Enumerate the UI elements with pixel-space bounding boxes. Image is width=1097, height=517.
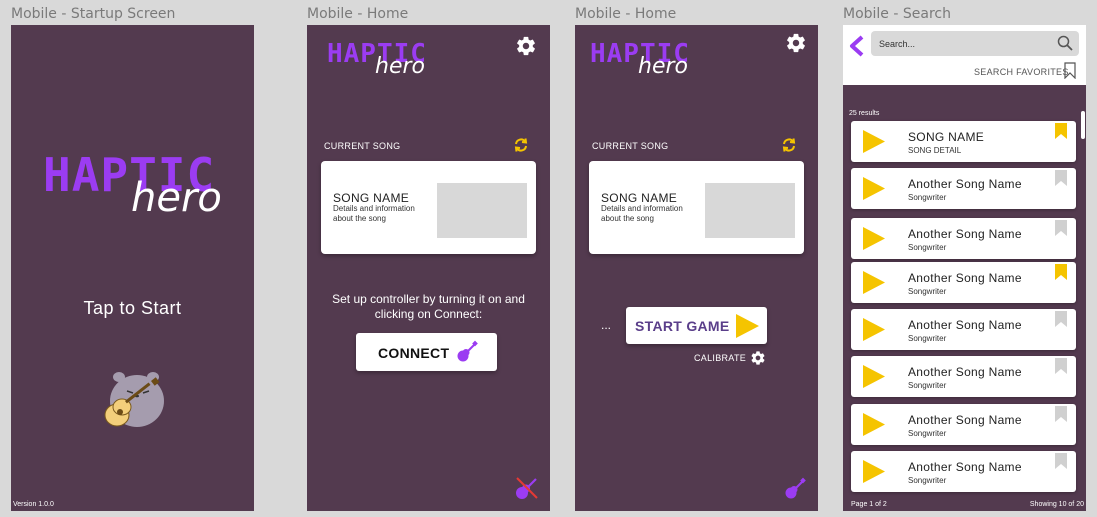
sync-icon[interactable] (781, 137, 797, 153)
list-item[interactable]: SONG NAME SONG DETAIL (851, 121, 1076, 162)
guitar-disconnected-icon[interactable] (514, 475, 540, 501)
bookmark-icon[interactable] (1055, 453, 1067, 469)
play-icon[interactable] (862, 364, 886, 389)
song-thumbnail (437, 183, 527, 238)
home-screen-connect: HAPTIC hero CURRENT SONG SONG NAME Detai… (307, 25, 550, 511)
tap-to-start-label[interactable]: Tap to Start (11, 298, 254, 319)
play-icon[interactable] (862, 317, 886, 342)
song-subtitle: SONG DETAIL (908, 146, 962, 155)
logo-hero-text: hero (375, 54, 425, 79)
app-logo: HAPTIC hero (590, 41, 700, 91)
home-screen-start: HAPTIC hero CURRENT SONG SONG NAME Detai… (575, 25, 818, 511)
list-item[interactable]: Another Song Name Songwriter (851, 356, 1076, 397)
connect-button[interactable]: CONNECT (356, 333, 497, 371)
list-item[interactable]: Another Song Name Songwriter (851, 404, 1076, 445)
bookmark-icon[interactable] (1055, 358, 1067, 374)
connect-button-label: CONNECT (378, 345, 450, 361)
search-screen: Search... SEARCH FAVORITES 25 results SO… (843, 25, 1086, 511)
pagination-label[interactable]: Page 1 of 2 (851, 501, 887, 508)
frame-title-home-1: Mobile - Home (307, 6, 409, 22)
song-subtitle: Songwriter (908, 429, 947, 438)
song-subtitle: Songwriter (908, 334, 947, 343)
play-icon[interactable] (862, 412, 886, 437)
bookmark-icon[interactable] (1064, 62, 1076, 79)
connect-instructions: Set up controller by turning it on and c… (332, 292, 525, 321)
calibrate-gear-icon[interactable] (750, 350, 766, 366)
song-title: Another Song Name (908, 413, 1022, 427)
mascot-icon (104, 372, 164, 427)
song-title: SONG NAME (908, 130, 985, 144)
bookmark-icon[interactable] (1055, 264, 1067, 280)
ellipsis-indicator: ... (601, 318, 612, 332)
bookmark-icon[interactable] (1055, 170, 1067, 186)
song-thumbnail (705, 183, 795, 238)
song-subtitle: Songwriter (908, 193, 947, 202)
song-name: SONG NAME (333, 191, 410, 205)
search-icon[interactable] (1057, 35, 1073, 51)
song-subtitle: Songwriter (908, 287, 947, 296)
frame-title-search: Mobile - Search (843, 6, 951, 22)
start-game-label: START GAME (635, 318, 730, 334)
current-song-label: CURRENT SONG (324, 141, 401, 151)
gear-icon[interactable] (515, 35, 537, 57)
song-title: Another Song Name (908, 318, 1022, 332)
gear-icon[interactable] (785, 32, 807, 54)
list-item[interactable]: Another Song Name Songwriter (851, 451, 1076, 492)
play-icon (736, 314, 759, 338)
search-header: Search... SEARCH FAVORITES (843, 25, 1086, 85)
sync-icon[interactable] (513, 137, 529, 153)
calibrate-link[interactable]: CALIBRATE (694, 353, 746, 363)
play-icon[interactable] (862, 226, 886, 251)
bookmark-icon[interactable] (1055, 406, 1067, 422)
play-icon[interactable] (862, 129, 886, 154)
scrollbar[interactable] (1081, 111, 1085, 139)
showing-count: Showing 10 of 20 (1029, 501, 1084, 508)
version-label: Version 1.0.0 (13, 501, 54, 508)
song-title: Another Song Name (908, 271, 1022, 285)
song-title: Another Song Name (908, 177, 1022, 191)
logo-hero-text: hero (638, 54, 688, 79)
song-title: Another Song Name (908, 365, 1022, 379)
song-title: Another Song Name (908, 227, 1022, 241)
startup-screen[interactable]: HAPTIC hero Tap to Start Version 1.0.0 (11, 25, 254, 511)
back-chevron-icon[interactable] (849, 35, 865, 57)
logo-hero-text: hero (131, 175, 222, 221)
current-song-card[interactable]: SONG NAME Details and information about … (589, 161, 804, 254)
list-item[interactable]: Another Song Name Songwriter (851, 262, 1076, 303)
play-icon[interactable] (862, 270, 886, 295)
bookmark-icon[interactable] (1055, 311, 1067, 327)
bookmark-icon[interactable] (1055, 123, 1067, 139)
search-placeholder: Search... (879, 39, 916, 49)
song-name: SONG NAME (601, 191, 678, 205)
frame-title-startup: Mobile - Startup Screen (11, 6, 176, 22)
list-item[interactable]: Another Song Name Songwriter (851, 218, 1076, 259)
song-subtitle: Songwriter (908, 381, 947, 390)
song-subtitle: Songwriter (908, 476, 947, 485)
guitar-icon[interactable] (783, 477, 807, 501)
song-title: Another Song Name (908, 460, 1022, 474)
start-game-button[interactable]: START GAME (626, 307, 767, 344)
play-icon[interactable] (862, 459, 886, 484)
app-logo: HAPTIC hero (43, 152, 223, 222)
search-input[interactable]: Search... (871, 31, 1079, 56)
list-item[interactable]: Another Song Name Songwriter (851, 309, 1076, 350)
play-icon[interactable] (862, 176, 886, 201)
song-details: Details and information about the song (333, 204, 415, 223)
song-subtitle: Songwriter (908, 243, 947, 252)
results-count: 25 results (849, 110, 880, 117)
song-details: Details and information about the song (601, 204, 683, 223)
list-item[interactable]: Another Song Name Songwriter (851, 168, 1076, 209)
frame-title-home-2: Mobile - Home (575, 6, 677, 22)
app-logo: HAPTIC hero (327, 41, 437, 91)
bookmark-icon[interactable] (1055, 220, 1067, 236)
current-song-card[interactable]: SONG NAME Details and information about … (321, 161, 536, 254)
current-song-label: CURRENT SONG (592, 141, 669, 151)
search-favorites-link[interactable]: SEARCH FAVORITES (974, 67, 1069, 77)
guitar-icon (457, 340, 478, 362)
